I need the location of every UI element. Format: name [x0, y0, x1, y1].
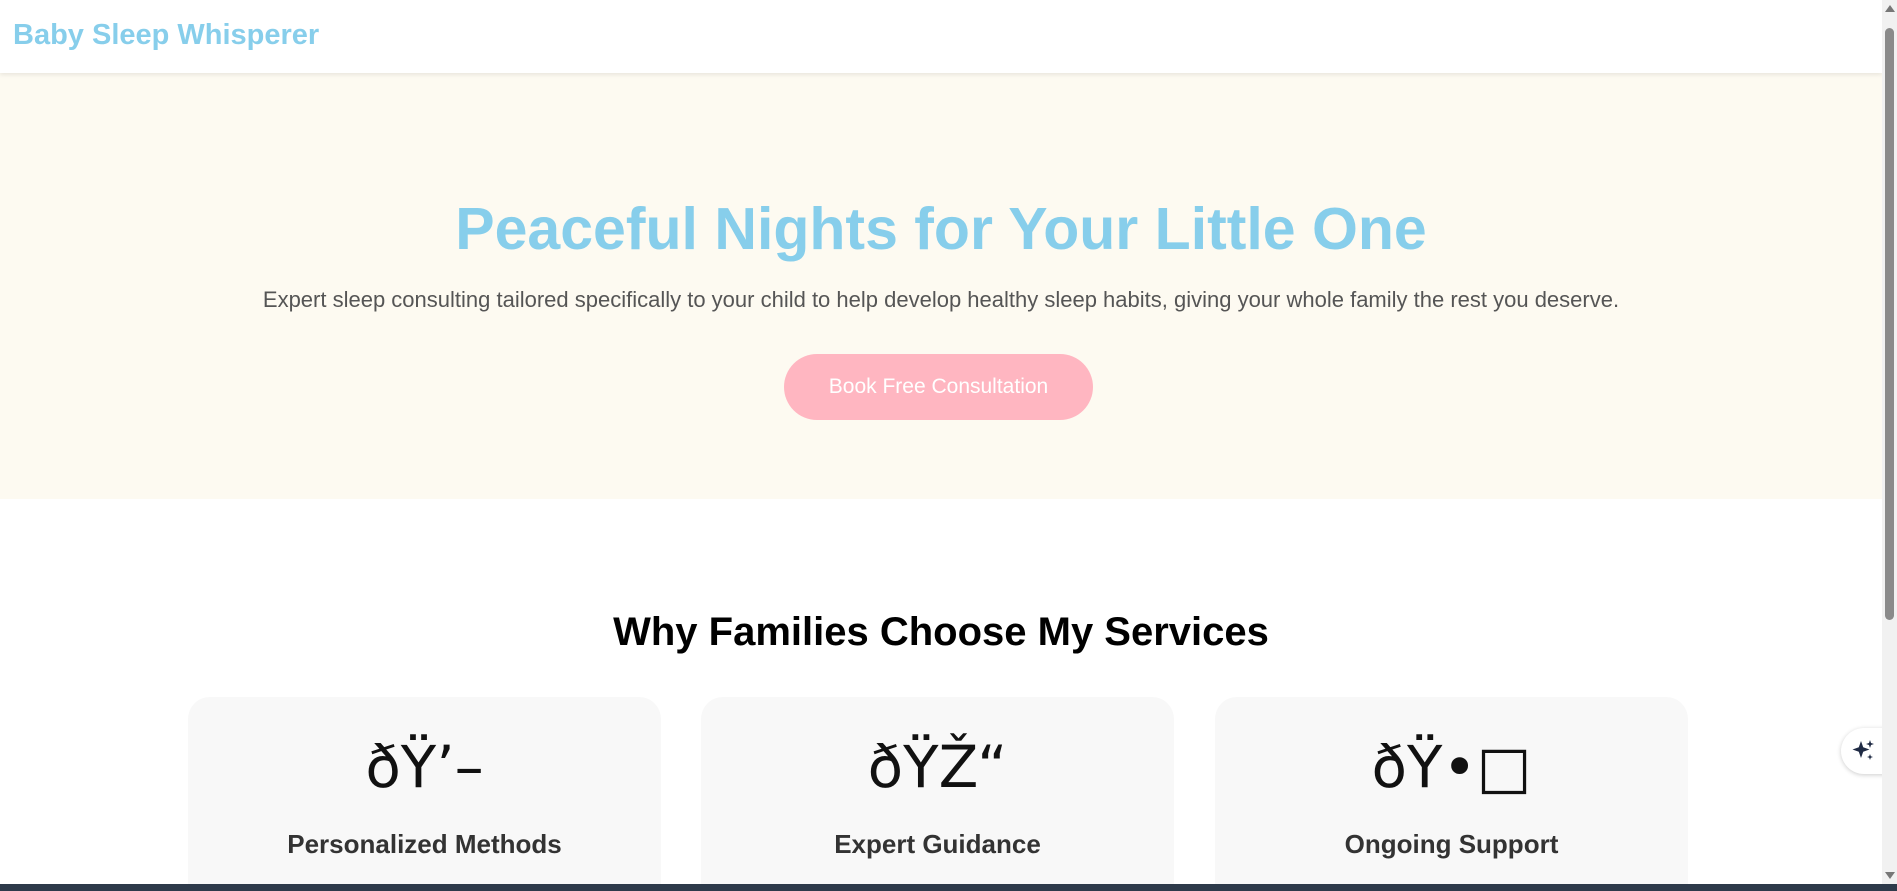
feature-card-support: ðŸ•□ Ongoing Support [1215, 697, 1688, 884]
feature-card-personalized: ðŸ’– Personalized Methods [188, 697, 661, 884]
feature-card-title: Ongoing Support [1344, 829, 1559, 859]
site-logo[interactable]: Baby Sleep Whisperer [13, 19, 319, 52]
hero-section: Peaceful Nights for Your Little One Expe… [0, 73, 1882, 499]
scroll-up-icon[interactable] [1885, 5, 1895, 12]
heart-icon: ðŸ’– [365, 733, 484, 801]
hero-subtitle: Expert sleep consulting tailored specifi… [262, 287, 1620, 312]
scroll-down-icon[interactable] [1885, 872, 1895, 879]
feature-card-title: Expert Guidance [834, 829, 1041, 859]
bottom-edge-bar [0, 884, 1897, 891]
features-cards: ðŸ’– Personalized Methods ðŸŽ“ Expert Gu… [188, 697, 1691, 884]
assistant-button[interactable] [1841, 728, 1882, 774]
graduation-cap-icon: ðŸŽ“ [867, 733, 1008, 801]
feature-card-title: Personalized Methods [287, 829, 562, 859]
book-consultation-button[interactable]: Book Free Consultation [784, 354, 1093, 420]
page-viewport: Baby Sleep Whisperer Peaceful Nights for… [0, 0, 1882, 884]
features-title: Why Families Choose My Services [613, 610, 1269, 654]
clock-icon: ðŸ•□ [1371, 733, 1532, 801]
scroll-thumb[interactable] [1885, 28, 1894, 620]
feature-card-expert: ðŸŽ“ Expert Guidance [701, 697, 1174, 884]
vertical-scrollbar[interactable] [1882, 0, 1897, 884]
hero-title: Peaceful Nights for Your Little One [455, 196, 1427, 262]
site-header: Baby Sleep Whisperer [0, 0, 1882, 73]
sparkle-icon [1852, 740, 1874, 760]
